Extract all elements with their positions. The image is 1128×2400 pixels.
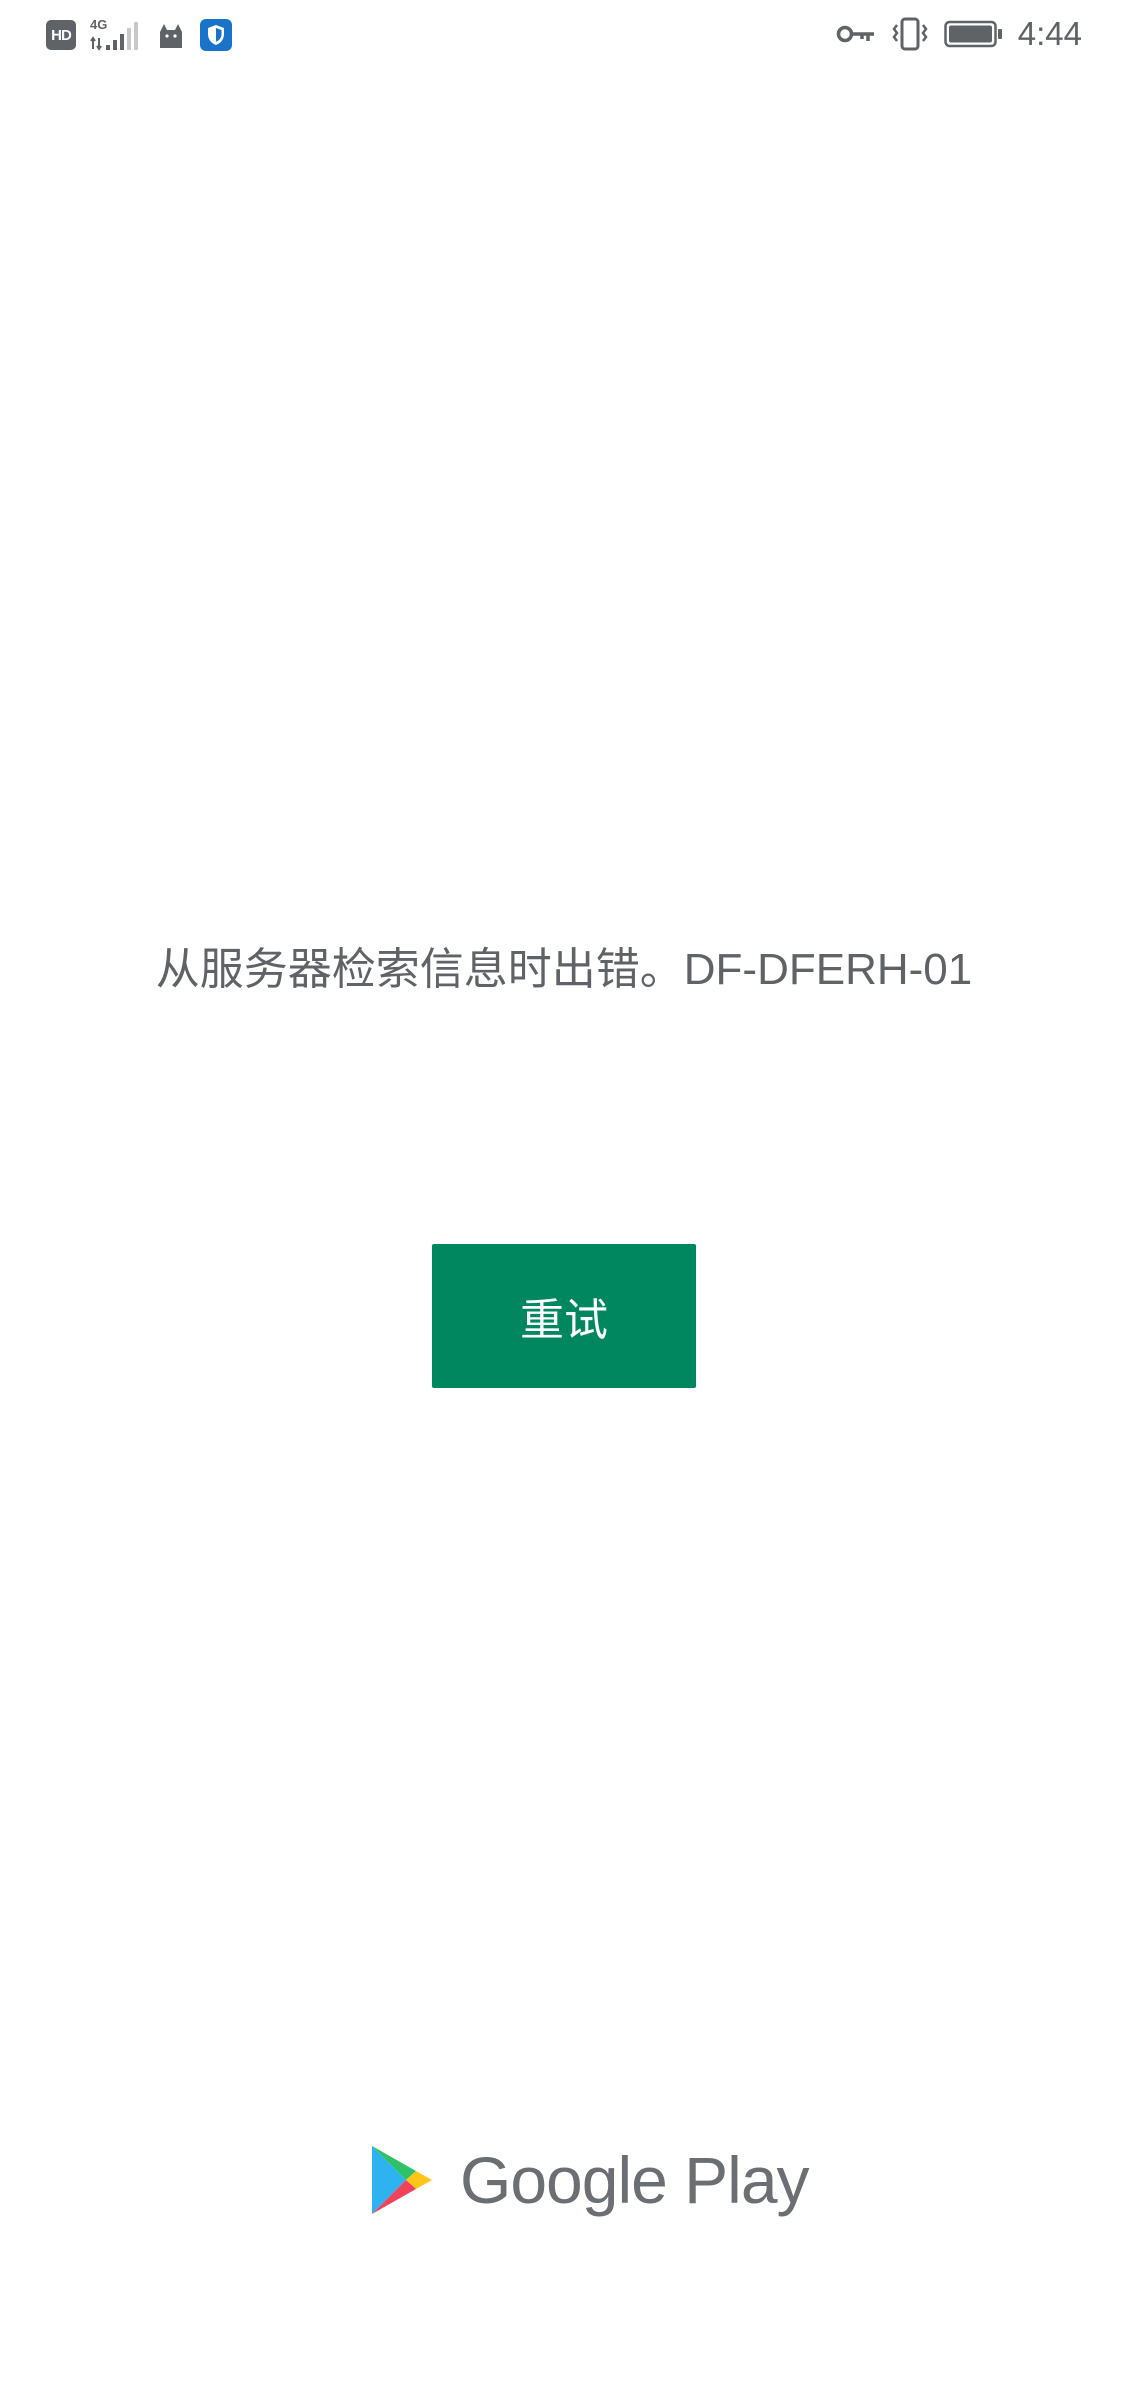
google-play-logo: Google Play (370, 2140, 810, 2220)
retry-button[interactable]: 重试 (432, 1244, 696, 1388)
cat-icon (160, 24, 182, 48)
error-message: 从服务器检索信息时出错。DF-DFERH-01 (155, 945, 973, 994)
status-bar: HD 4G 4:44 (0, 0, 1128, 72)
status-bar-left: HD 4G (46, 18, 232, 52)
vibrate-icon (892, 17, 928, 51)
cellular-signal-icon: 4G (90, 18, 142, 52)
google-play-triangle-icon (372, 2146, 432, 2214)
shield-icon (200, 19, 232, 51)
hd-label: HD (51, 26, 72, 44)
battery-icon (944, 20, 1002, 48)
google-play-wordmark: Google Play (460, 2143, 810, 2217)
status-bar-right: 4:44 (836, 14, 1082, 54)
clock: 4:44 (1017, 15, 1082, 52)
vpn-key-icon (836, 25, 874, 43)
hd-badge-icon: HD (46, 20, 76, 50)
